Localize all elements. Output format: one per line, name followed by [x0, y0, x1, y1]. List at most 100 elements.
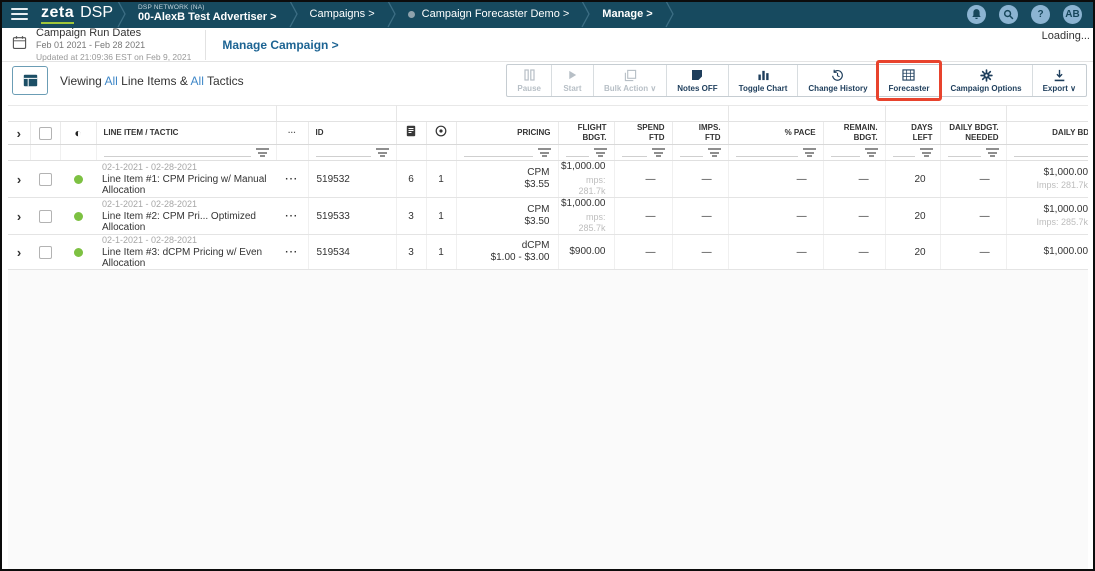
pause-button[interactable]: Pause	[507, 65, 551, 96]
status-dot	[74, 248, 83, 257]
targets-column-header[interactable]	[426, 122, 456, 145]
flight-budget-cell: $900.00	[558, 235, 614, 270]
days-left-column-header[interactable]: DAYSLEFT	[885, 122, 940, 145]
row-checkbox[interactable]	[39, 210, 52, 223]
campaign-updated-timestamp: Updated at 21:09:36 EST on Feb 9, 2021	[36, 52, 191, 63]
divider	[205, 30, 206, 60]
select-all-header[interactable]	[30, 122, 60, 145]
filter-funnel-icon[interactable]	[594, 148, 607, 157]
daily-budget-needed-filter[interactable]	[940, 145, 1006, 161]
search-icon[interactable]	[999, 5, 1018, 24]
flight-budget-column-header[interactable]: FLIGHTBDGT.	[558, 122, 614, 145]
all-tactics-link[interactable]: All	[191, 74, 204, 88]
daily-budget-needed-cell: —	[940, 198, 1006, 235]
pricing-cell: CPM$3.50	[456, 198, 558, 235]
toggle-chart-button[interactable]: Toggle Chart	[728, 65, 798, 96]
id-column-header[interactable]: ID	[308, 122, 396, 145]
toggle-line-item-panel-button[interactable]	[12, 66, 48, 95]
filter-funnel-icon[interactable]	[986, 148, 999, 157]
change-history-button[interactable]: Change History	[797, 65, 877, 96]
avatar[interactable]: AB	[1063, 5, 1082, 24]
breadcrumb: DSP NETWORK (NA) 00-AlexB Test Advertise…	[117, 0, 674, 28]
campaign-toolbar: Pause Start Bulk Action ∨ Notes OFF Togg…	[506, 64, 1087, 97]
pace-filter[interactable]	[728, 145, 823, 161]
imps-ftd-column-header[interactable]: IMPS.FTD	[672, 122, 728, 145]
table-row: › 02-1-2021 - 02-28-2021 Line Item #3: d…	[8, 235, 1088, 270]
daily-budget-needed-column-header[interactable]: DAILY BDGT.NEEDED	[940, 122, 1006, 145]
start-button[interactable]: Start	[551, 65, 593, 96]
row-actions-menu[interactable]: ···	[276, 161, 308, 198]
line-item-cell[interactable]: 02-1-2021 - 02-28-2021 Line Item #2: CPM…	[96, 198, 276, 235]
breadcrumb-separator-icon	[289, 0, 298, 28]
spend-ftd-column-header[interactable]: SPENDFTD	[614, 122, 672, 145]
remaining-budget-column-header[interactable]: REMAIN.BDGT.	[823, 122, 885, 145]
table-header-row: › ◐ LINE ITEM / TACTIC ··· ID PRICING FL…	[8, 122, 1088, 145]
expand-row-chevron[interactable]: ›	[8, 173, 30, 186]
spend-ftd-cell: —	[614, 235, 672, 270]
line-item-filter[interactable]	[96, 145, 276, 161]
campaign-run-dates-title: Campaign Run Dates	[36, 27, 191, 41]
row-actions-menu[interactable]: ···	[276, 235, 308, 270]
daily-budget-filter[interactable]	[1006, 145, 1088, 161]
line-item-name: Line Item #1: CPM Pricing w/ Manual Allo…	[102, 174, 276, 196]
filter-funnel-icon[interactable]	[803, 148, 816, 157]
filter-funnel-icon[interactable]	[920, 148, 933, 157]
export-button[interactable]: Export ∨	[1032, 65, 1086, 96]
days-left-filter[interactable]	[885, 145, 940, 161]
pricing-filter[interactable]	[456, 145, 558, 161]
forecaster-button[interactable]: Forecaster	[878, 65, 940, 96]
select-all-checkbox[interactable]	[39, 127, 52, 140]
breadcrumb-manage[interactable]: Manage >	[590, 8, 664, 20]
filter-funnel-icon[interactable]	[376, 148, 389, 157]
all-line-items-link[interactable]: All	[104, 74, 117, 88]
daily-budget-column-header[interactable]: DAILY BD	[1006, 122, 1088, 145]
line-item-column-header[interactable]: LINE ITEM / TACTIC	[96, 122, 276, 145]
expand-all-header[interactable]: ›	[8, 122, 30, 145]
flight-budget-cell: $1,000.00mps: 285.7k	[558, 198, 614, 235]
zeta-dsp-logo[interactable]: zeta DSP	[41, 5, 113, 24]
filter-funnel-icon[interactable]	[256, 148, 269, 157]
manage-campaign-link[interactable]: Manage Campaign >	[222, 38, 338, 52]
row-checkbox[interactable]	[39, 173, 52, 186]
days-left-cell: 20	[885, 235, 940, 270]
days-left-cell: 20	[885, 198, 940, 235]
imps-ftd-filter[interactable]	[672, 145, 728, 161]
imps-ftd-cell: —	[672, 198, 728, 235]
breadcrumb-campaigns[interactable]: Campaigns >	[298, 8, 387, 20]
breadcrumb-separator-icon	[387, 0, 396, 28]
filter-funnel-icon[interactable]	[865, 148, 878, 157]
expand-row-chevron[interactable]: ›	[8, 210, 30, 223]
bulk-action-button[interactable]: Bulk Action ∨	[593, 65, 666, 96]
notes-off-button[interactable]: Notes OFF	[666, 65, 727, 96]
row-actions-menu[interactable]: ···	[276, 198, 308, 235]
logo-zeta-text: zeta	[41, 5, 74, 24]
pace-column-header[interactable]: % PACE	[728, 122, 823, 145]
spend-ftd-filter[interactable]	[614, 145, 672, 161]
notifications-bell-icon[interactable]	[967, 5, 986, 24]
pause-icon	[524, 69, 535, 82]
filter-funnel-icon[interactable]	[538, 148, 551, 157]
id-filter[interactable]	[308, 145, 396, 161]
row-checkbox[interactable]	[39, 246, 52, 259]
line-item-cell[interactable]: 02-1-2021 - 02-28-2021 Line Item #1: CPM…	[96, 161, 276, 198]
pricing-column-header[interactable]: PRICING	[456, 122, 558, 145]
filter-funnel-icon[interactable]	[652, 148, 665, 157]
nav-icon-group: ? AB	[967, 5, 1082, 24]
campaign-options-button[interactable]: Campaign Options	[939, 65, 1031, 96]
breadcrumb-advertiser[interactable]: DSP NETWORK (NA) 00-AlexB Test Advertise…	[126, 4, 288, 25]
status-half-circle-icon: ◐	[68, 127, 89, 139]
line-item-cell[interactable]: 02-1-2021 - 02-28-2021 Line Item #3: dCP…	[96, 235, 276, 270]
filter-funnel-icon[interactable]	[708, 148, 721, 157]
campaign-date-range: Feb 01 2021 - Feb 28 2021	[36, 40, 191, 51]
flight-budget-filter[interactable]	[558, 145, 614, 161]
calendar-icon	[12, 35, 27, 55]
hamburger-menu-icon[interactable]	[11, 8, 28, 20]
line-items-table: › ◐ LINE ITEM / TACTIC ··· ID PRICING FL…	[8, 105, 1088, 569]
status-column-header[interactable]: ◐	[60, 122, 96, 145]
breadcrumb-campaign[interactable]: Campaign Forecaster Demo >	[396, 8, 582, 20]
expand-row-chevron[interactable]: ›	[8, 246, 30, 259]
help-icon[interactable]: ?	[1031, 5, 1050, 24]
creatives-column-header[interactable]	[396, 122, 426, 145]
flight-budget-cell: $1,000.00mps: 281.7k	[558, 161, 614, 198]
remaining-budget-filter[interactable]	[823, 145, 885, 161]
